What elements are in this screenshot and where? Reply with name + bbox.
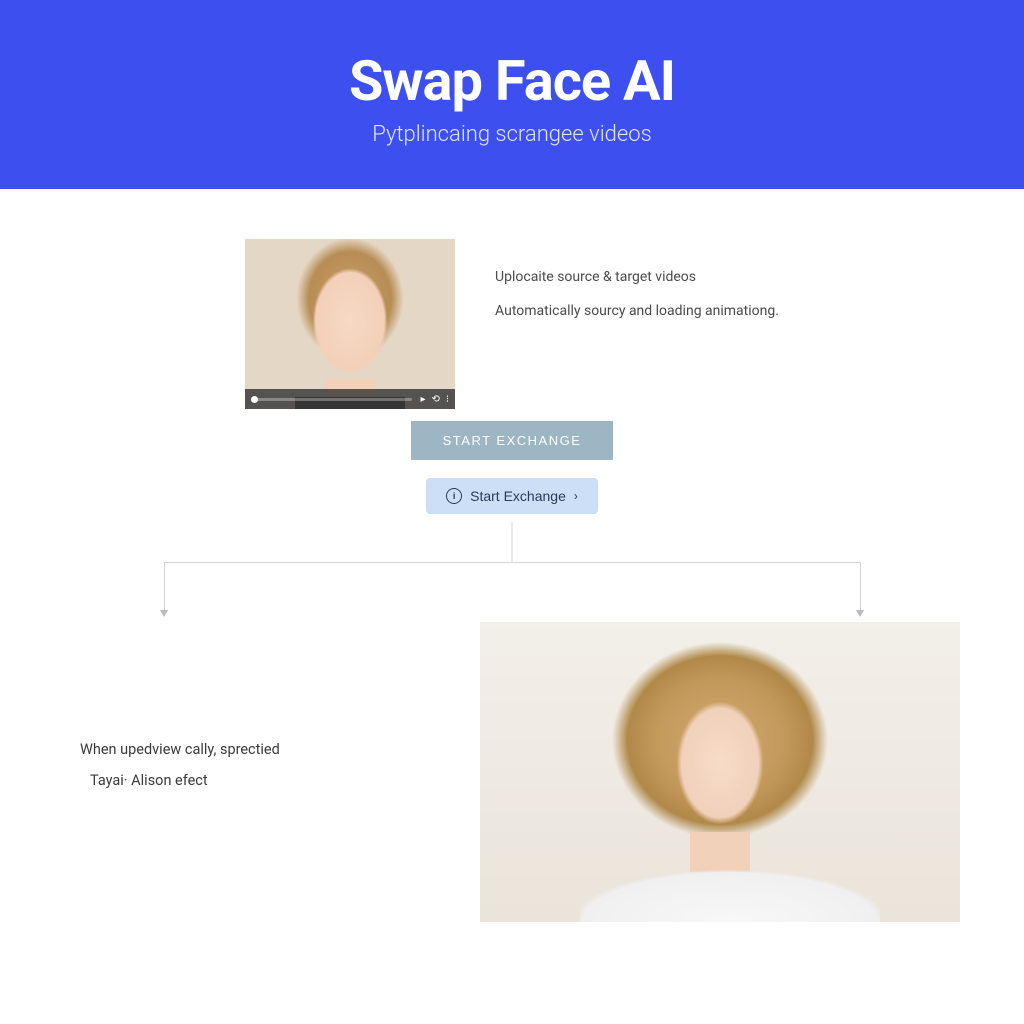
flow-diagram: [0, 522, 1024, 622]
page-title: Swap Face AI: [0, 48, 1024, 114]
result-description: When upedview cally, sprectied Tayai· Al…: [40, 741, 440, 803]
upload-line-1: Uplocaite source & target videos: [495, 269, 779, 285]
result-line-2: Tayai· Alison efect: [80, 772, 440, 789]
flow-line-vertical-right: [860, 562, 861, 612]
source-video-thumbnail[interactable]: ▸ ⟲ ⁝: [245, 239, 455, 409]
arrow-down-left-icon: [160, 610, 168, 617]
chevron-right-icon: ›: [574, 489, 578, 503]
loop-icon[interactable]: ⟲: [431, 394, 439, 405]
page-subtitle: Pytplincaing scrangee videos: [0, 122, 1024, 147]
upload-line-2: Automatically sourcy and loading animati…: [495, 303, 779, 319]
flow-line-vertical-center: [512, 522, 513, 562]
result-image: [480, 622, 960, 922]
action-buttons: START EXCHANGE i Start Exchange ›: [0, 421, 1024, 514]
result-line-1: When upedview cally, sprectied: [80, 741, 440, 758]
secondary-button-label: Start Exchange: [470, 488, 566, 504]
result-section: When upedview cally, sprectied Tayai· Al…: [0, 622, 1024, 922]
settings-icon[interactable]: ⁝: [446, 394, 449, 405]
flow-line-vertical-left: [164, 562, 165, 612]
video-controls-bar[interactable]: ▸ ⟲ ⁝: [245, 389, 455, 409]
play-icon[interactable]: ▸: [420, 394, 425, 405]
hero-header: Swap Face AI Pytplincaing scrangee video…: [0, 0, 1024, 189]
video-control-icons[interactable]: ▸ ⟲ ⁝: [420, 394, 449, 405]
start-exchange-secondary-button[interactable]: i Start Exchange ›: [426, 478, 598, 514]
video-progress-bar[interactable]: [251, 398, 412, 401]
arrow-down-right-icon: [856, 610, 864, 617]
result-portrait-shirt: [580, 852, 880, 922]
upload-instructions: Uplocaite source & target videos Automat…: [495, 239, 779, 337]
flow-line-horizontal: [164, 562, 860, 563]
upload-section: ▸ ⟲ ⁝ Uplocaite source & target videos A…: [0, 189, 1024, 409]
start-exchange-primary-button[interactable]: START EXCHANGE: [411, 421, 614, 460]
info-icon: i: [446, 488, 462, 504]
